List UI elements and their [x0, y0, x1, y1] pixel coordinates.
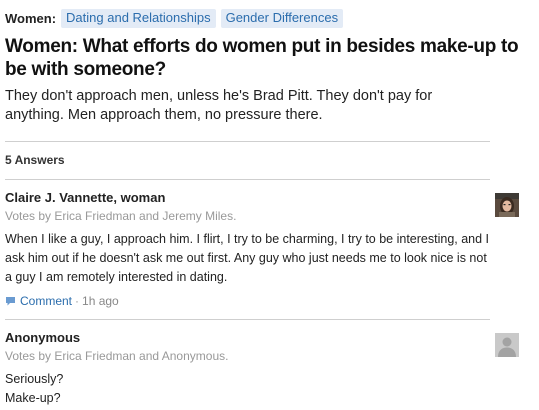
answer-votes: Votes by Erica Friedman and Anonymous.	[5, 349, 229, 363]
avatar[interactable]	[495, 193, 519, 217]
comment-bubble-icon	[6, 297, 15, 306]
answer-votes: Votes by Erica Friedman and Jeremy Miles…	[5, 209, 237, 223]
answer-author: Claire J. Vannette, woman	[5, 190, 490, 206]
answer-item: Anonymous Votes by Erica Friedman and An…	[5, 330, 519, 408]
answer-timestamp[interactable]: 1h ago	[82, 294, 119, 308]
question-title[interactable]: Women: What efforts do women put in besi…	[5, 35, 535, 81]
answer-author: Anonymous	[5, 330, 490, 346]
answer-body: When I like a guy, I approach him. I fli…	[5, 232, 490, 284]
footer-separator: ·	[75, 294, 80, 308]
divider	[5, 319, 490, 320]
comment-button[interactable]: Comment	[5, 294, 72, 308]
answer-body: Seriously? Make-up?	[5, 370, 490, 408]
answers-count: 5 Answers	[5, 153, 65, 167]
answer-body-line: Seriously?	[5, 372, 64, 386]
answer-author-name[interactable]: Claire J. Vannette, woman	[5, 190, 165, 205]
avatar	[495, 333, 519, 357]
answer-footer: Comment · 1h ago	[5, 294, 490, 308]
avatar-photo-icon	[495, 193, 519, 217]
comment-label: Comment	[20, 294, 73, 308]
answer-author-name: Anonymous	[5, 330, 81, 345]
answer-body-line: Make-up?	[5, 391, 61, 405]
topic-tag-gender-differences[interactable]: Gender Differences	[220, 8, 344, 28]
answer-item: Claire J. Vannette, woman Votes by Erica…	[5, 190, 519, 308]
anonymous-user-icon	[495, 333, 519, 357]
question-page: Women: Dating and Relationships Gender D…	[5, 8, 535, 408]
question-details: They don't approach men, unless he's Bra…	[5, 88, 433, 123]
topic-bar: Women: Dating and Relationships Gender D…	[5, 8, 535, 28]
divider	[5, 141, 490, 142]
topic-tag-dating-relationships[interactable]: Dating and Relationships	[61, 8, 216, 28]
topics-label: Women:	[5, 10, 57, 26]
divider	[5, 179, 490, 180]
